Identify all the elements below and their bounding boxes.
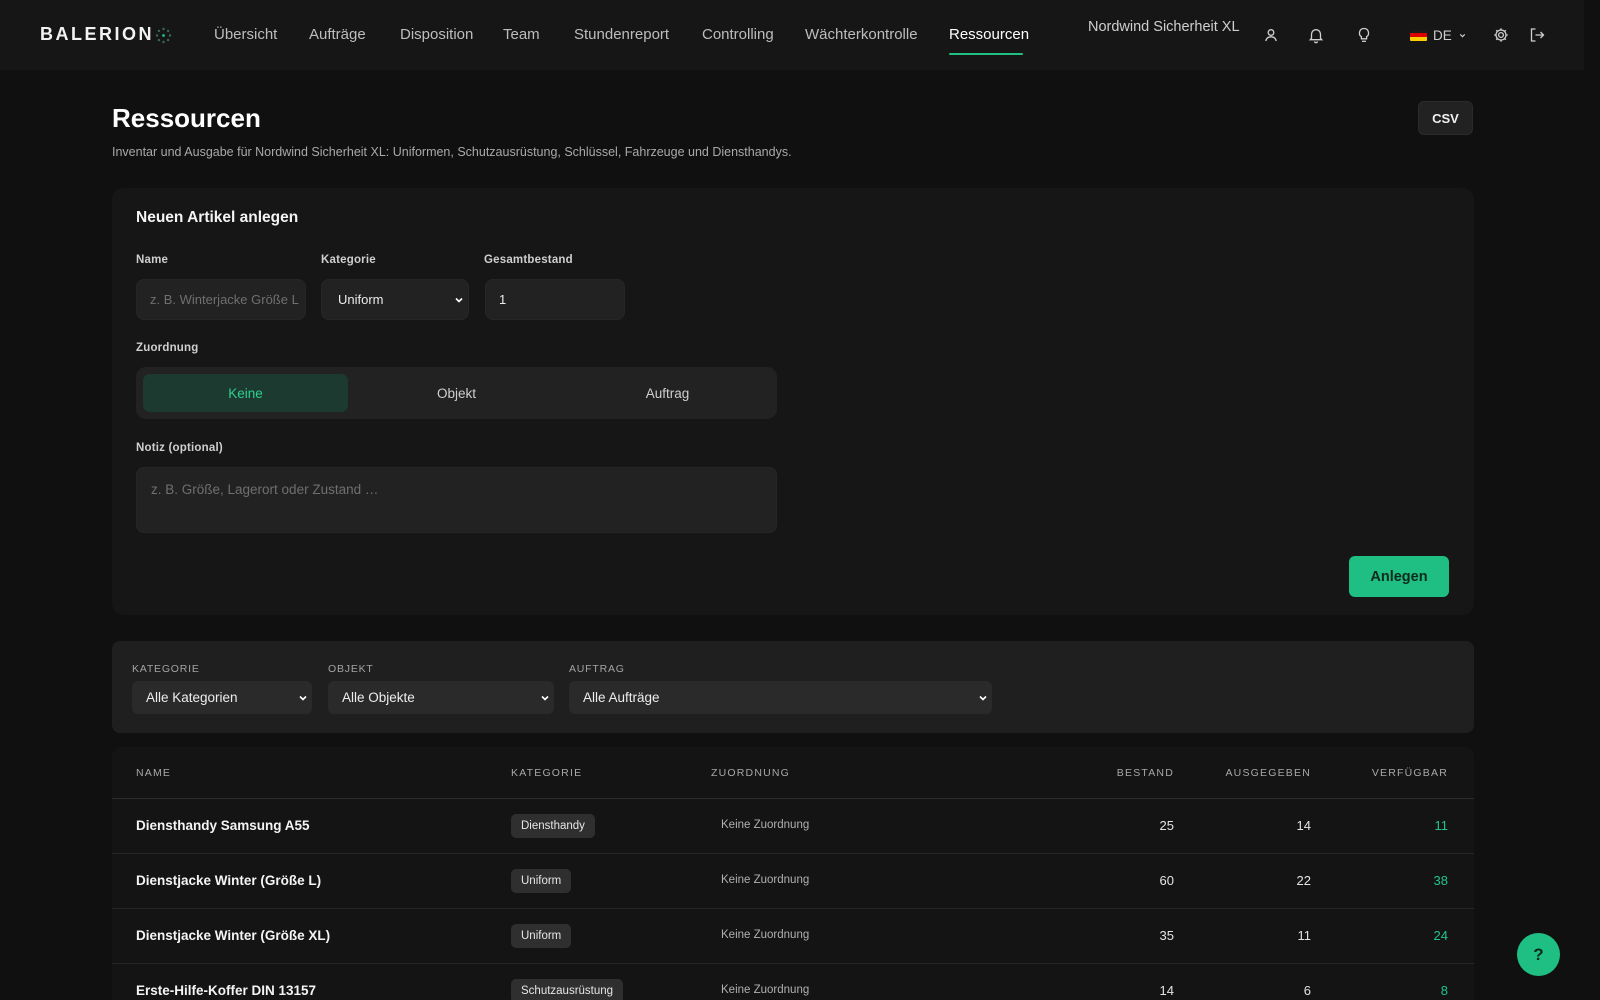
- bell-icon[interactable]: [1307, 26, 1325, 44]
- create-item-title: Neuen Artikel anlegen: [136, 209, 299, 226]
- note-textarea[interactable]: z. B. Größe, Lagerort oder Zustand …: [136, 467, 777, 533]
- issued-value: 6: [1303, 983, 1311, 998]
- assignment-segmented-control: Keine Objekt Auftrag: [136, 367, 777, 419]
- name-label: Name: [136, 254, 169, 266]
- column-header-category[interactable]: KATEGORIE: [511, 767, 582, 779]
- assignment-text: Keine Zuordnung: [721, 819, 810, 831]
- category-select-value: Uniform: [338, 292, 384, 307]
- nav-item-disposition[interactable]: Disposition: [400, 26, 473, 43]
- filter-category-label: KATEGORIE: [132, 663, 200, 675]
- company-name[interactable]: Nordwind Sicherheit XL: [1088, 19, 1240, 35]
- category-badge: Uniform: [511, 869, 572, 893]
- row-divider: [112, 963, 1474, 964]
- flag-de-icon: [1410, 29, 1427, 41]
- lightbulb-icon[interactable]: [1355, 26, 1373, 44]
- available-value: 38: [1433, 873, 1448, 888]
- chevron-down-icon: [541, 695, 549, 701]
- column-header-available[interactable]: VERFÜGBAR: [1372, 767, 1448, 779]
- row-divider: [112, 853, 1474, 854]
- assignment-option-objekt[interactable]: Objekt: [354, 374, 559, 412]
- language-selector[interactable]: DE: [1410, 27, 1467, 43]
- table-row-name[interactable]: Dienstjacke Winter (Größe XL): [136, 928, 330, 943]
- category-badge: Schutzausrüstung: [511, 979, 624, 1000]
- nav-active-indicator: [949, 53, 1023, 55]
- table-row-name[interactable]: Diensthandy Samsung A55: [136, 818, 310, 833]
- table-row-name[interactable]: Dienstjacke Winter (Größe L): [136, 873, 321, 888]
- filter-category-select[interactable]: Alle Kategorien: [132, 681, 312, 714]
- page-subtitle: Inventar und Ausgabe für Nordwind Sicher…: [112, 145, 792, 159]
- assignment-label: Zuordnung: [136, 342, 199, 354]
- table-header-divider: [112, 798, 1474, 799]
- filter-order-value: Alle Aufträge: [583, 690, 660, 705]
- nav-item-ressourcen[interactable]: Ressourcen: [949, 26, 1029, 43]
- column-header-issued[interactable]: AUSGEGEBEN: [1225, 767, 1311, 779]
- row-divider: [112, 908, 1474, 909]
- stock-label: Gesamtbestand: [484, 254, 573, 266]
- chevron-down-icon: [1459, 33, 1465, 37]
- category-badge: Diensthandy: [511, 814, 595, 838]
- language-code: DE: [1433, 27, 1452, 43]
- name-input[interactable]: z. B. Winterjacke Größe L: [136, 279, 306, 320]
- column-header-name[interactable]: NAME: [136, 767, 171, 779]
- column-header-stock[interactable]: BESTAND: [1117, 767, 1174, 779]
- assignment-option-auftrag[interactable]: Auftrag: [565, 374, 770, 412]
- brand-mark-icon: [155, 27, 172, 44]
- category-badge: Uniform: [511, 924, 572, 948]
- stock-value: 60: [1159, 873, 1174, 888]
- available-value: 11: [1434, 818, 1449, 833]
- assignment-option-keine[interactable]: Keine: [143, 374, 348, 412]
- stock-value: 35: [1159, 928, 1174, 943]
- filter-order-label: AUFTRAG: [569, 663, 625, 675]
- stock-value: 14: [1159, 983, 1174, 998]
- column-header-assignment[interactable]: ZUORDNUNG: [711, 767, 790, 779]
- table-row-name[interactable]: Erste-Hilfe-Koffer DIN 13157: [136, 983, 316, 998]
- stock-input[interactable]: 1: [485, 279, 625, 320]
- category-label: Kategorie: [321, 254, 376, 266]
- assignment-text: Keine Zuordnung: [721, 929, 810, 941]
- filter-object-select[interactable]: Alle Objekte: [328, 681, 554, 714]
- gear-icon[interactable]: [1492, 26, 1510, 44]
- available-value: 24: [1433, 928, 1448, 943]
- filter-category-value: Alle Kategorien: [146, 690, 238, 705]
- issued-value: 14: [1296, 818, 1311, 833]
- chevron-down-icon: [299, 695, 307, 701]
- create-item-button[interactable]: Anlegen: [1349, 556, 1449, 597]
- issued-value: 22: [1296, 873, 1311, 888]
- assignment-text: Keine Zuordnung: [721, 874, 810, 886]
- page-title: Ressourcen: [112, 103, 261, 133]
- csv-export-button[interactable]: CSV: [1418, 101, 1473, 135]
- nav-item-auftraege[interactable]: Aufträge: [309, 26, 366, 43]
- nav-item-uebersicht[interactable]: Übersicht: [214, 26, 277, 43]
- filter-object-label: OBJEKT: [328, 663, 374, 675]
- nav-item-controlling[interactable]: Controlling: [702, 26, 774, 43]
- nav-item-team[interactable]: Team: [503, 26, 540, 43]
- chevron-down-icon: [455, 297, 463, 303]
- filter-object-value: Alle Objekte: [342, 690, 415, 705]
- nav-item-stundenreport[interactable]: Stundenreport: [574, 26, 669, 43]
- user-icon[interactable]: [1262, 26, 1280, 44]
- chevron-down-icon: [979, 695, 987, 701]
- note-label: Notiz (optional): [136, 442, 223, 454]
- filter-order-select[interactable]: Alle Aufträge: [569, 681, 992, 714]
- assignment-text: Keine Zuordnung: [721, 984, 810, 996]
- available-value: 8: [1440, 983, 1448, 998]
- category-select[interactable]: Uniform: [321, 279, 469, 320]
- logout-icon[interactable]: [1528, 26, 1546, 44]
- stock-value: 25: [1159, 818, 1174, 833]
- issued-value: 11: [1297, 928, 1312, 943]
- brand-logo[interactable]: BALERION: [40, 24, 154, 45]
- nav-item-waechterkontrolle[interactable]: Wächterkontrolle: [805, 26, 918, 43]
- help-button[interactable]: ?: [1517, 933, 1560, 976]
